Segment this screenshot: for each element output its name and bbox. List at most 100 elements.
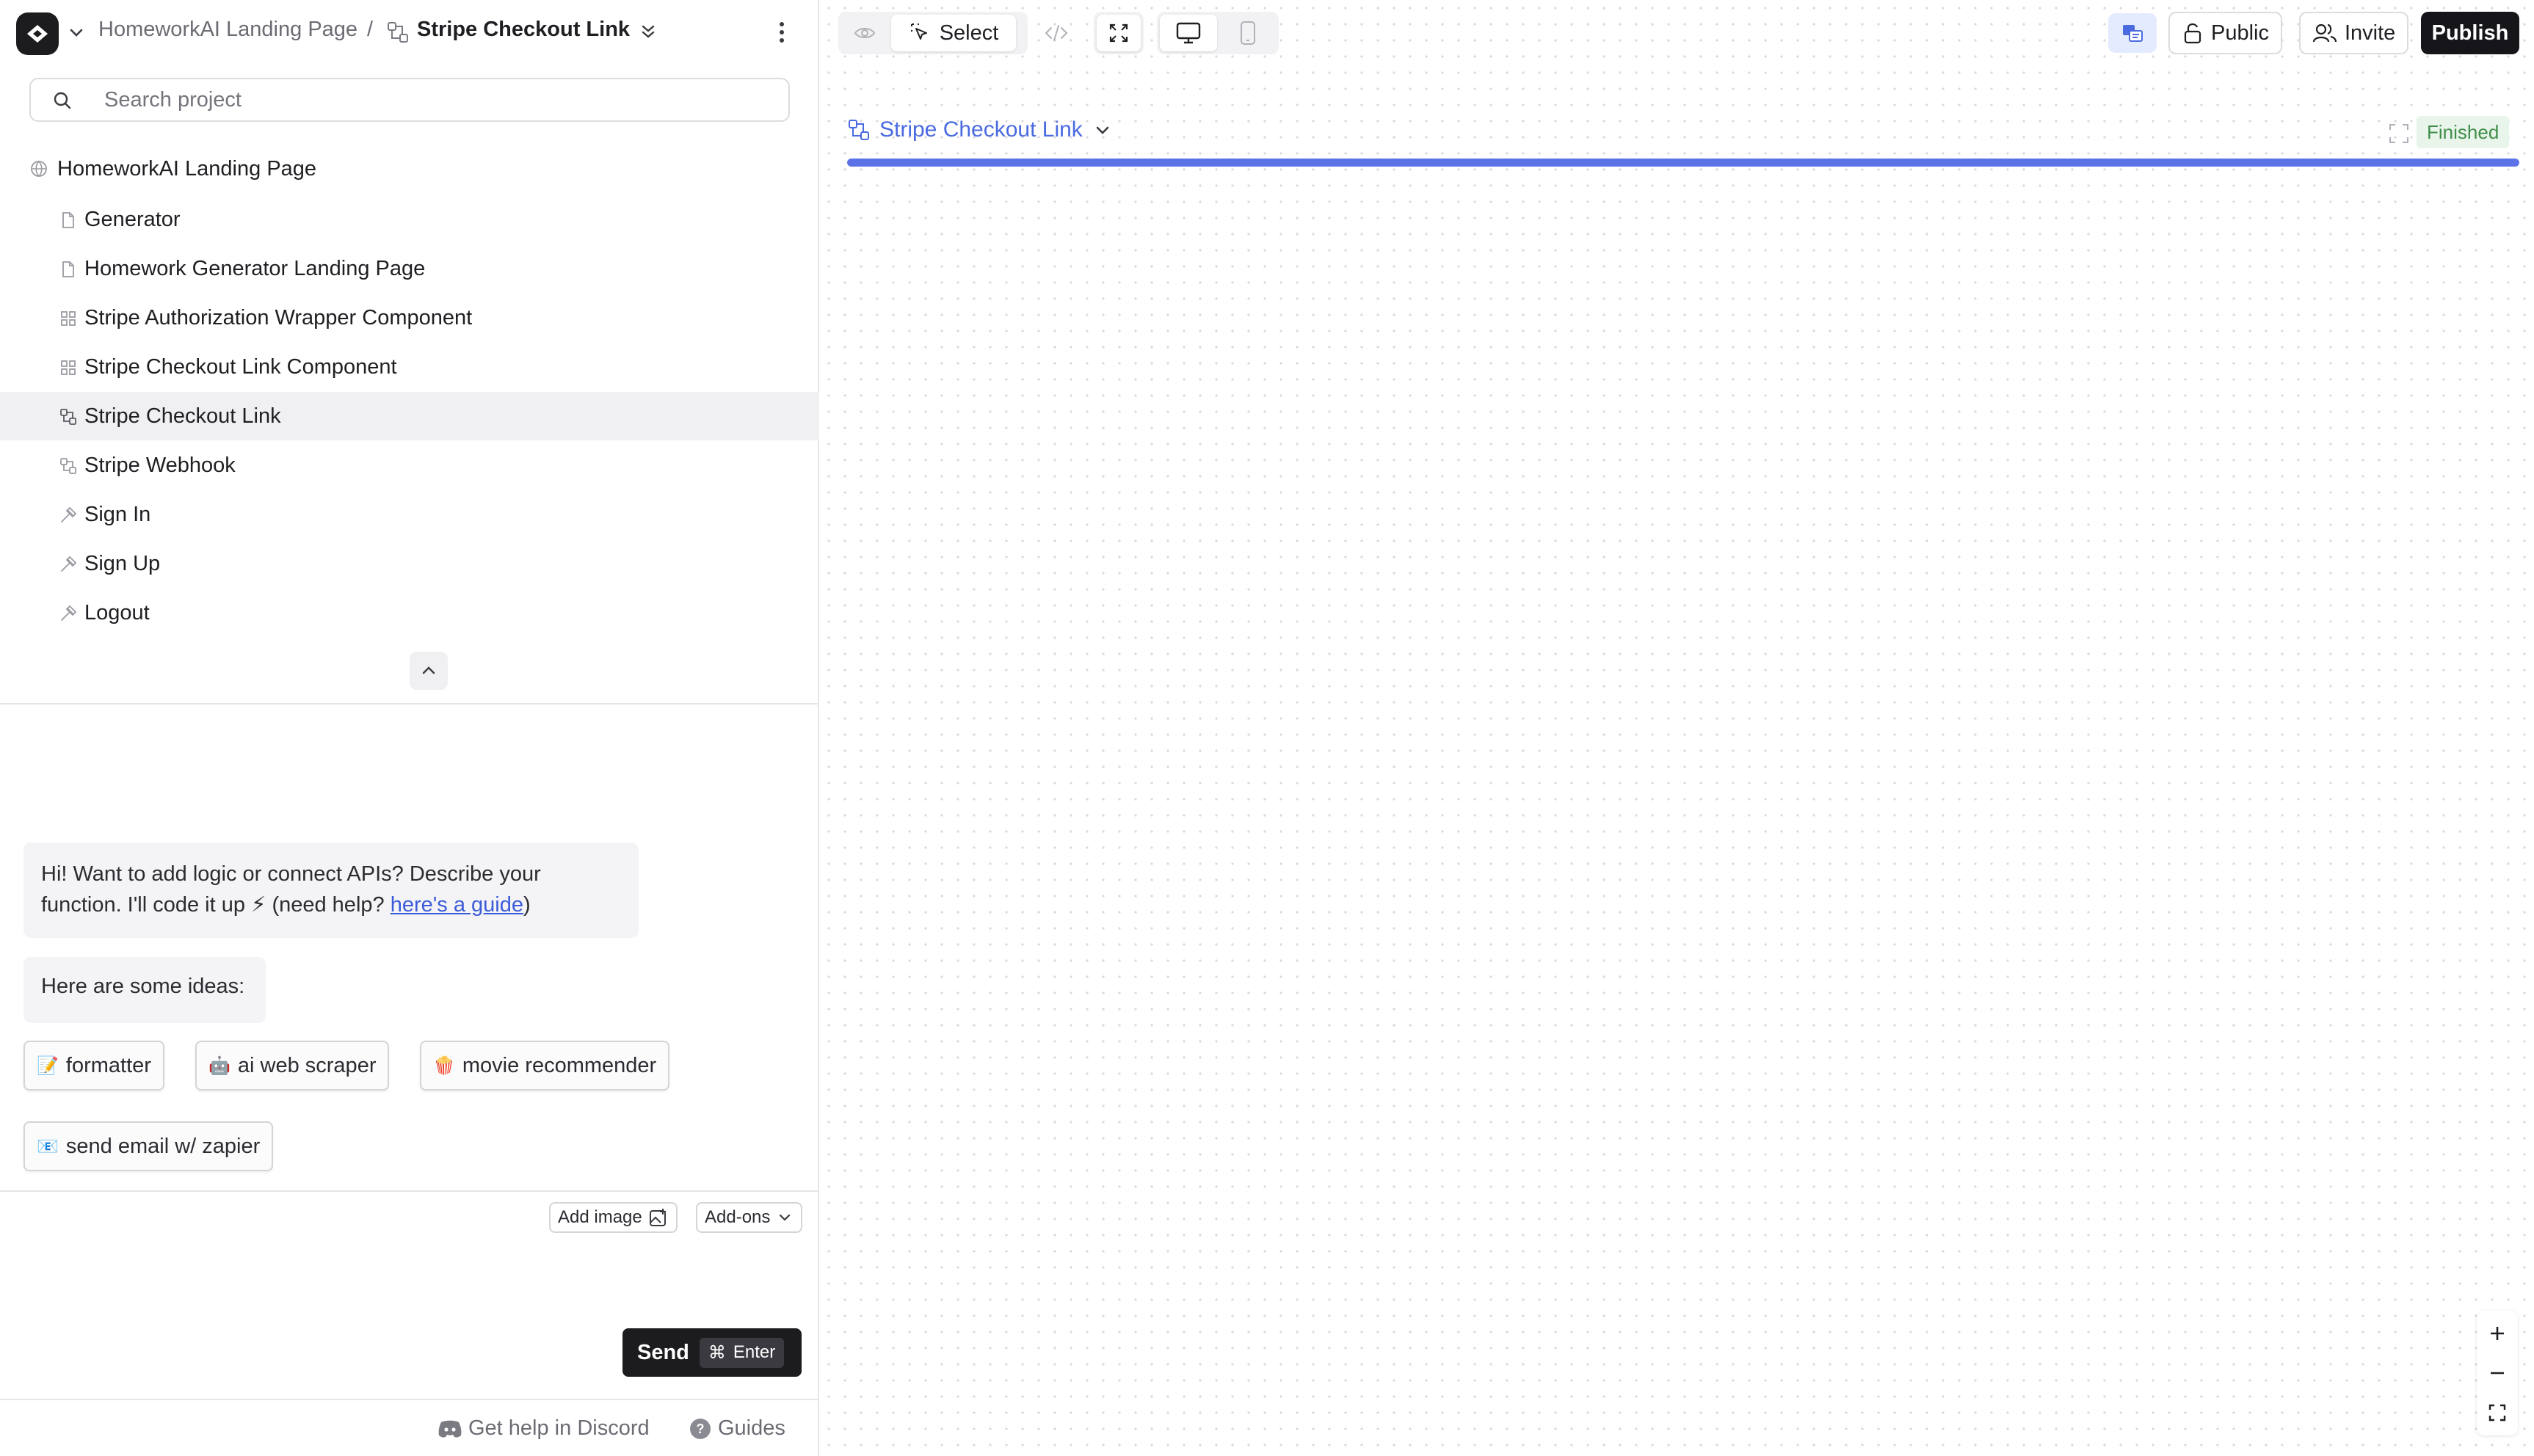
dot bbox=[780, 22, 784, 26]
send-button[interactable]: Send ⌘ Enter bbox=[622, 1328, 802, 1377]
envelope-icon: 📧 bbox=[37, 1136, 59, 1157]
tree-item-label: Stripe Authorization Wrapper Component bbox=[84, 306, 473, 330]
more-options-button[interactable] bbox=[771, 18, 793, 47]
eye-icon bbox=[854, 28, 876, 38]
tree-item-label: Stripe Checkout Link Component bbox=[84, 355, 397, 379]
public-label: Public bbox=[2211, 21, 2269, 45]
globe-icon bbox=[31, 161, 47, 177]
tree-item-label: Logout bbox=[84, 601, 150, 625]
zoom-in-button[interactable] bbox=[2477, 1314, 2518, 1353]
device-toolbar bbox=[1157, 12, 1279, 54]
zoom-controls bbox=[2477, 1311, 2518, 1435]
code-icon bbox=[1045, 25, 1068, 41]
publish-button[interactable]: Publish bbox=[2421, 12, 2519, 54]
node-title: Stripe Checkout Link bbox=[879, 117, 1083, 142]
mobile-view-button[interactable] bbox=[1220, 15, 1276, 51]
preview-button[interactable] bbox=[841, 15, 888, 51]
tree-item-label: Stripe Webhook bbox=[84, 454, 236, 477]
select-label: Select bbox=[939, 21, 999, 45]
breadcrumb-project[interactable]: HomeworkAI Landing Page bbox=[98, 18, 358, 42]
divider bbox=[0, 703, 819, 705]
breadcrumb-current[interactable]: Stripe Checkout Link bbox=[417, 18, 630, 42]
idea-send-email-button[interactable]: 📧 send email w/ zapier bbox=[23, 1121, 274, 1171]
idea-ai-web-scraper-button[interactable]: 🤖 ai web scraper bbox=[195, 1041, 390, 1091]
guides-link[interactable]: ? Guides bbox=[689, 1416, 785, 1441]
tree-item-label: Generator bbox=[84, 208, 181, 231]
language-icon bbox=[2123, 25, 2143, 42]
invite-button[interactable]: Invite bbox=[2299, 12, 2409, 54]
function-icon bbox=[849, 120, 869, 140]
breadcrumb-separator: / bbox=[367, 18, 374, 41]
enter-key: Enter bbox=[733, 1342, 776, 1362]
invite-label: Invite bbox=[2345, 21, 2396, 45]
canvas-area[interactable]: Select Public Invite Publish Stripe Chec… bbox=[821, 0, 2534, 1456]
translate-button[interactable] bbox=[2108, 13, 2157, 53]
fullscreen-icon[interactable] bbox=[2387, 122, 2411, 145]
addons-dropdown[interactable]: Add-ons bbox=[696, 1202, 803, 1233]
chevron-down-icon[interactable] bbox=[66, 22, 87, 43]
robot-icon: 🤖 bbox=[208, 1055, 230, 1076]
chevrons-down-icon[interactable] bbox=[637, 21, 659, 43]
tree-item-sign-in[interactable]: Sign In bbox=[0, 490, 819, 539]
app-logo-button[interactable] bbox=[16, 12, 59, 55]
progress-fill bbox=[847, 159, 2519, 167]
progress-bar bbox=[847, 159, 2519, 167]
status-badge: Finished bbox=[2417, 116, 2510, 148]
tree-item-label: Sign Up bbox=[84, 552, 161, 575]
node-title-dropdown[interactable]: Stripe Checkout Link bbox=[847, 117, 1121, 142]
idea-label: movie recommender bbox=[462, 1053, 657, 1077]
minus-icon bbox=[2491, 1372, 2504, 1375]
divider bbox=[0, 1399, 819, 1400]
code-view-button[interactable] bbox=[1035, 15, 1078, 51]
tree-item-stripe-webhook[interactable]: Stripe Webhook bbox=[0, 441, 819, 489]
discord-icon bbox=[438, 1420, 462, 1438]
search-input[interactable] bbox=[104, 85, 765, 114]
function-icon bbox=[60, 409, 76, 425]
tree-item-label: Stripe Checkout Link bbox=[84, 404, 281, 428]
command-key: ⌘ bbox=[708, 1342, 726, 1363]
tree-item-sign-up[interactable]: Sign Up bbox=[0, 539, 819, 588]
left-panel: HomeworkAI Landing Page / Stripe Checkou… bbox=[0, 0, 819, 1456]
visibility-public-button[interactable]: Public bbox=[2168, 12, 2282, 54]
fit-screen-button[interactable] bbox=[2477, 1393, 2518, 1433]
tree-item-homework-generator-landing-page[interactable]: Homework Generator Landing Page bbox=[0, 244, 819, 293]
component-icon bbox=[61, 360, 76, 375]
help-circle-icon: ? bbox=[690, 1418, 711, 1439]
maximize-icon bbox=[1109, 23, 1128, 43]
discord-help-link[interactable]: Get help in Discord bbox=[438, 1416, 650, 1441]
guide-link[interactable]: here's a guide bbox=[391, 893, 523, 917]
page-icon bbox=[62, 261, 74, 277]
tree-item-logout[interactable]: Logout bbox=[0, 589, 819, 637]
send-label: Send bbox=[637, 1340, 689, 1364]
chevron-down-icon bbox=[780, 1214, 791, 1221]
tree-item-stripe-checkout-link[interactable]: Stripe Checkout Link bbox=[0, 392, 819, 440]
function-icon bbox=[60, 458, 76, 474]
desktop-view-button[interactable] bbox=[1160, 15, 1217, 51]
discord-label: Get help in Discord bbox=[468, 1416, 650, 1440]
message-input[interactable] bbox=[22, 1256, 793, 1322]
addons-label: Add-ons bbox=[705, 1207, 771, 1227]
intro-close: ) bbox=[523, 893, 531, 917]
assistant-intro-message: Hi! Want to add logic or connect APIs? D… bbox=[23, 842, 639, 938]
fit-view-button[interactable] bbox=[1097, 15, 1141, 51]
collapse-tree-button[interactable] bbox=[410, 652, 448, 690]
idea-movie-recommender-button[interactable]: 🍿 movie recommender bbox=[420, 1041, 670, 1091]
dot bbox=[780, 30, 784, 34]
tree-item-generator[interactable]: Generator bbox=[0, 195, 819, 244]
ideas-header: Here are some ideas: bbox=[41, 975, 245, 998]
mode-toolbar: Select bbox=[838, 12, 1028, 54]
tree-item-stripe-authorization-wrapper-component[interactable]: Stripe Authorization Wrapper Component bbox=[0, 294, 819, 342]
page-icon bbox=[62, 212, 74, 228]
idea-label: formatter bbox=[65, 1053, 151, 1077]
add-image-button[interactable]: Add image bbox=[549, 1202, 678, 1233]
idea-formatter-button[interactable]: 📝 formatter bbox=[23, 1041, 164, 1091]
tree-item-label: Homework Generator Landing Page bbox=[84, 257, 426, 280]
select-tool-button[interactable]: Select bbox=[891, 15, 1016, 51]
tree-item-stripe-checkout-link-component[interactable]: Stripe Checkout Link Component bbox=[0, 343, 819, 391]
zoom-out-button[interactable] bbox=[2477, 1353, 2518, 1393]
component-icon bbox=[61, 311, 76, 326]
function-icon bbox=[388, 22, 408, 43]
image-add-icon bbox=[649, 1209, 666, 1226]
monitor-icon bbox=[1176, 22, 1201, 44]
tree-root[interactable]: HomeworkAI Landing Page bbox=[29, 154, 316, 183]
